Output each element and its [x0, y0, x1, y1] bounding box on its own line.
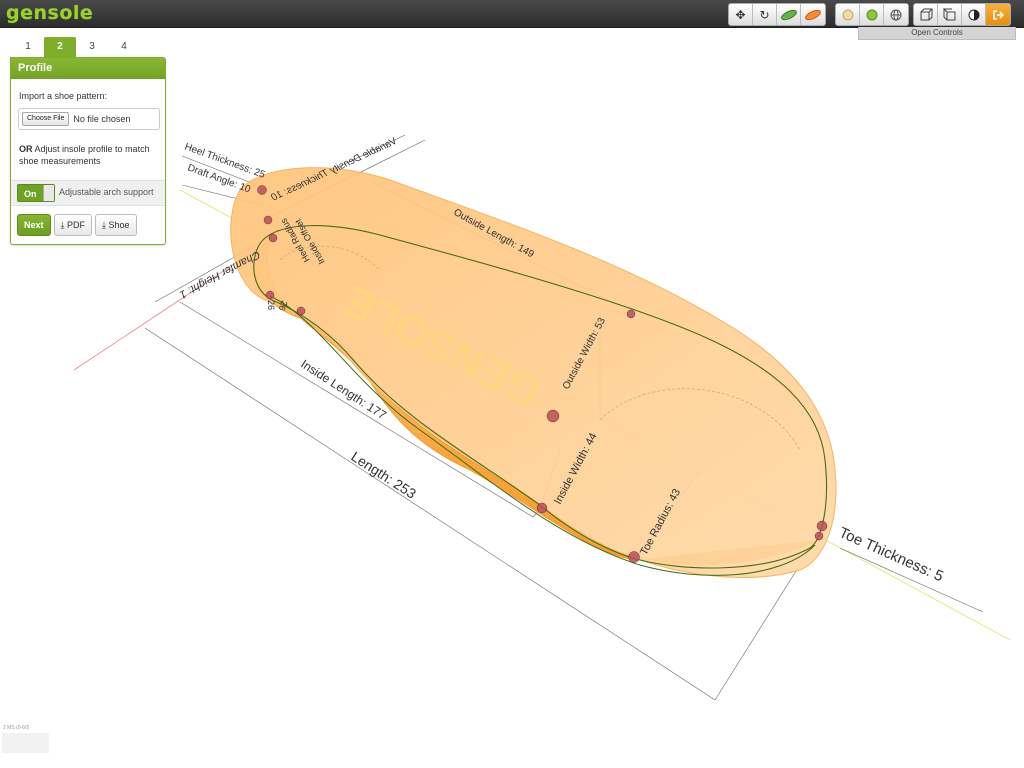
profile-panel: Profile Import a shoe pattern: Choose Fi… — [10, 57, 166, 245]
app-logo: gensole — [6, 2, 94, 24]
handle-draft-angle[interactable] — [263, 215, 273, 225]
top-bar: gensole ✥ ↻ — [0, 0, 1024, 28]
arch-support-row: On Adjustable arch support — [11, 180, 165, 206]
panel-actions: Next ⤓ PDF ⤓ Shoe — [17, 214, 140, 236]
green-sphere-icon[interactable] — [860, 4, 884, 25]
camera-tool-group — [913, 3, 1011, 26]
download-icon: ⤓ — [60, 220, 65, 230]
file-input[interactable]: Choose File No file chosen — [18, 108, 160, 130]
tab-3[interactable]: 3 — [76, 37, 108, 57]
or-prefix: OR — [19, 144, 33, 154]
insole-green-icon[interactable] — [777, 4, 801, 25]
step-tabs: 1 2 3 4 — [12, 37, 140, 57]
choose-file-button[interactable]: Choose File — [22, 112, 70, 126]
arch-support-toggle[interactable]: On — [17, 184, 55, 202]
exit-icon[interactable] — [986, 4, 1010, 25]
open-controls-button[interactable]: Open Controls — [858, 27, 1016, 40]
cube-front-icon[interactable] — [914, 4, 938, 25]
move-icon[interactable]: ✥ — [729, 4, 753, 25]
material-tool-group — [835, 3, 909, 26]
toggle-label: On — [24, 189, 37, 199]
import-label: Import a shoe pattern: — [19, 91, 108, 101]
handle-heel-radius[interactable] — [265, 290, 275, 300]
arch-support-label: Adjustable arch support — [59, 187, 154, 197]
wireframe-globe-icon[interactable] — [884, 4, 908, 25]
panel-title: Profile — [11, 58, 165, 79]
toggle-knob — [43, 185, 54, 201]
pdf-button[interactable]: ⤓ PDF — [53, 214, 93, 236]
contrast-icon[interactable] — [962, 4, 986, 25]
handle-toe-thickness-top[interactable] — [816, 520, 828, 532]
tab-2[interactable]: 2 — [44, 37, 76, 57]
view-tool-group: ✥ ↻ — [728, 3, 826, 26]
shoe-label: Shoe — [108, 220, 130, 230]
handle-outside-length[interactable] — [626, 309, 636, 319]
label-heel-radius-value: 26 — [266, 300, 276, 310]
handle-chamfer[interactable] — [268, 233, 278, 243]
adjust-instructions: OR Adjust insole profile to match shoe m… — [19, 143, 159, 167]
handle-toe-radius[interactable] — [628, 551, 640, 563]
tab-1[interactable]: 1 — [12, 37, 44, 57]
rotate-icon[interactable]: ↻ — [753, 4, 777, 25]
handle-inside-offset[interactable] — [296, 306, 306, 316]
handle-center[interactable] — [546, 409, 560, 423]
insole-orange-icon[interactable] — [801, 4, 825, 25]
fps-readout: 2 MS (0-60) — [3, 725, 30, 731]
handle-inside-width[interactable] — [536, 502, 548, 514]
beige-sphere-icon[interactable] — [836, 4, 860, 25]
tab-4[interactable]: 4 — [108, 37, 140, 57]
handle-toe-thickness-bottom[interactable] — [814, 531, 824, 541]
cube-side-icon[interactable] — [938, 4, 962, 25]
shoe-button[interactable]: ⤓ Shoe — [95, 214, 137, 236]
file-status: No file chosen — [73, 114, 131, 124]
label-length: Length: 253 — [348, 448, 419, 502]
download-icon: ⤓ — [102, 220, 106, 230]
next-button[interactable]: Next — [17, 214, 51, 236]
fps-graph — [2, 733, 49, 753]
handle-heel-thickness[interactable] — [257, 185, 267, 195]
adjust-text: Adjust insole profile to match shoe meas… — [19, 144, 150, 166]
pdf-label: PDF — [67, 220, 86, 230]
